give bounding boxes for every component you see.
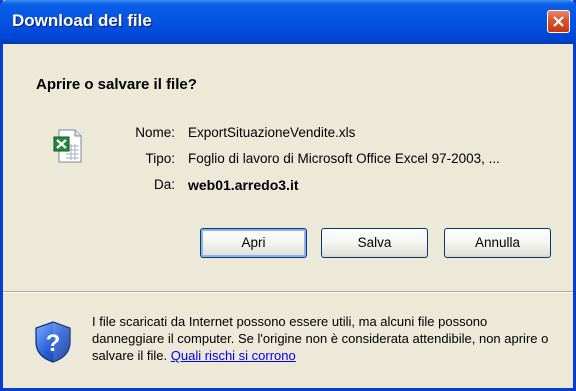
download-dialog: Download del file Aprire o salvare il fi… — [0, 0, 576, 391]
file-name-label: Nome: — [135, 125, 175, 140]
close-button[interactable] — [547, 10, 570, 33]
open-button[interactable]: Apri — [200, 228, 307, 258]
warning-message: I file scaricati da Internet possono ess… — [92, 313, 562, 364]
close-icon — [553, 16, 564, 27]
svg-text:?: ? — [46, 330, 61, 357]
file-name-value: ExportSituazioneVendite.xls — [188, 125, 356, 140]
warning-text: I file scaricati da Internet possono ess… — [92, 314, 549, 363]
title-bar[interactable]: Download del file — [0, 0, 576, 44]
file-type-value: Foglio di lavoro di Microsoft Office Exc… — [188, 151, 500, 166]
risks-link[interactable]: Quali rischi si corrono — [171, 348, 296, 363]
separator — [3, 291, 573, 293]
security-shield-question-icon: ? — [33, 320, 73, 364]
file-source-label: Da: — [153, 177, 175, 192]
dialog-title: Download del file — [12, 11, 152, 30]
file-source-value: web01.arredo3.it — [188, 177, 299, 193]
save-button[interactable]: Salva — [321, 228, 428, 258]
cancel-button[interactable]: Annulla — [444, 228, 551, 258]
dialog-heading: Aprire o salvare il file? — [36, 76, 197, 93]
file-type-label: Tipo: — [145, 151, 175, 166]
